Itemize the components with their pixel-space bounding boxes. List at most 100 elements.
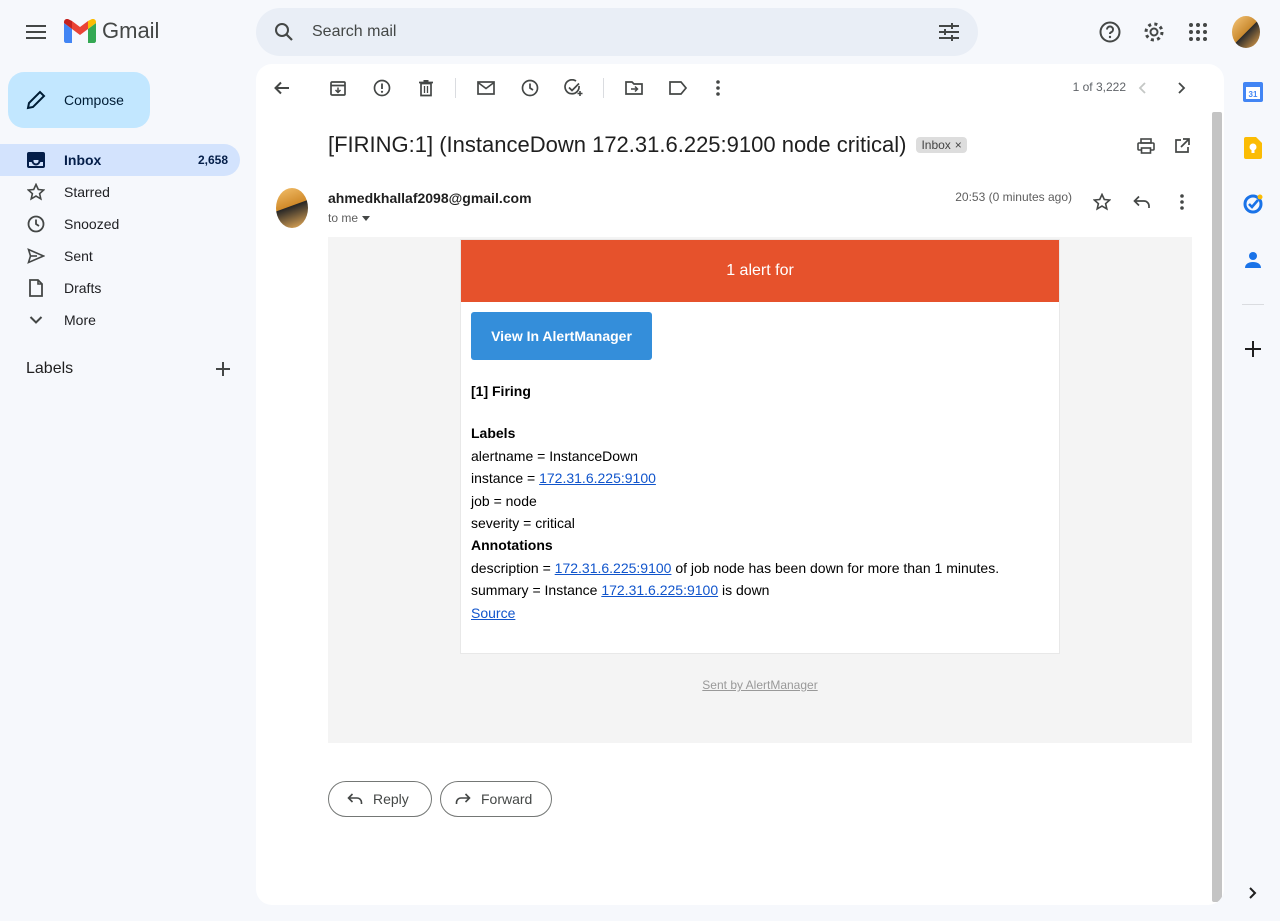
sender-email[interactable]: ahmedkhallaf2098@gmail.com xyxy=(328,190,532,206)
draft-icon xyxy=(26,279,46,297)
sent-by-alertmanager-link[interactable]: Sent by AlertManager xyxy=(328,678,1192,692)
more-vert-icon xyxy=(1180,194,1184,210)
sidebar-item-inbox[interactable]: Inbox 2,658 xyxy=(0,144,240,176)
sidebar-item-label: More xyxy=(64,312,96,328)
calendar-icon: 31 xyxy=(1243,82,1263,102)
archive-icon xyxy=(330,81,346,96)
spam-icon xyxy=(373,79,391,97)
search-bar[interactable]: Search mail xyxy=(256,8,978,56)
summary-text: is down xyxy=(718,582,770,599)
chevron-left-icon xyxy=(1138,82,1146,94)
reply-icon xyxy=(1133,195,1150,208)
reply-label: Reply xyxy=(373,791,409,807)
label-instance: instance = 172.31.6.225:9100 xyxy=(471,467,1051,489)
svg-text:31: 31 xyxy=(1249,90,1258,99)
clock-icon xyxy=(26,215,46,233)
sidebar-nav: Inbox 2,658 Starred Snoozed Sent Drafts … xyxy=(0,144,240,336)
star-button[interactable] xyxy=(1086,186,1118,218)
settings-button[interactable] xyxy=(1134,12,1174,52)
apps-grid-icon xyxy=(1189,23,1207,41)
account-avatar[interactable] xyxy=(1232,16,1260,48)
sidebar-item-more[interactable]: More xyxy=(0,304,240,336)
message-toolbar: 1 of 3,222 xyxy=(256,64,1224,112)
annotation-description: description = 172.31.6.225:9100 of job n… xyxy=(471,557,1051,579)
folder-move-icon xyxy=(625,81,643,95)
add-to-tasks-button[interactable] xyxy=(554,68,594,108)
inbox-label-chip[interactable]: Inbox × xyxy=(916,137,967,153)
search-input[interactable]: Search mail xyxy=(312,23,920,41)
sidebar-item-drafts[interactable]: Drafts xyxy=(0,272,240,304)
calendar-app-button[interactable]: 31 xyxy=(1240,79,1266,105)
labels-title: Labels xyxy=(26,360,74,377)
add-task-icon xyxy=(564,79,583,96)
print-all-button[interactable] xyxy=(1134,134,1158,158)
gmail-m-icon xyxy=(64,19,96,43)
message-view: 1 of 3,222 [FIRING:1] (InstanceDown 172.… xyxy=(256,64,1224,905)
create-label-button[interactable] xyxy=(216,362,230,376)
alert-details: [1] Firing Labels alertname = InstanceDo… xyxy=(471,380,1051,624)
snooze-button[interactable] xyxy=(510,68,550,108)
help-icon xyxy=(1099,21,1121,43)
forward-button[interactable]: Forward xyxy=(440,781,552,817)
chevron-right-icon xyxy=(1249,887,1257,899)
reply-icon-button[interactable] xyxy=(1126,186,1158,218)
main-menu-button[interactable] xyxy=(12,8,60,56)
view-in-alertmanager-button[interactable]: View In AlertManager xyxy=(471,312,652,360)
sidebar-item-label: Drafts xyxy=(64,280,102,296)
sidebar-item-label: Sent xyxy=(64,248,93,264)
show-side-panel-button[interactable] xyxy=(1240,880,1266,906)
report-spam-button[interactable] xyxy=(362,68,402,108)
search-options-icon[interactable] xyxy=(920,23,978,41)
newer-button[interactable] xyxy=(1122,68,1162,108)
toolbar-divider xyxy=(455,78,456,98)
toolbar-divider xyxy=(603,78,604,98)
keep-app-button[interactable] xyxy=(1240,135,1266,161)
sidebar-item-sent[interactable]: Sent xyxy=(0,240,240,272)
reply-button[interactable]: Reply xyxy=(328,781,432,817)
mark-unread-button[interactable] xyxy=(466,68,506,108)
contacts-app-button[interactable] xyxy=(1240,247,1266,273)
clock-icon xyxy=(521,79,539,97)
label-job: job = node xyxy=(471,492,537,509)
summary-instance-link[interactable]: 172.31.6.225:9100 xyxy=(601,582,718,598)
back-button[interactable] xyxy=(262,68,302,108)
support-button[interactable] xyxy=(1090,12,1130,52)
search-icon[interactable] xyxy=(256,22,312,42)
delete-button[interactable] xyxy=(406,68,446,108)
instance-link[interactable]: 172.31.6.225:9100 xyxy=(539,470,656,486)
gmail-logo[interactable]: Gmail xyxy=(64,18,159,44)
subject-text: [FIRING:1] (InstanceDown 172.31.6.225:91… xyxy=(328,132,907,157)
labels-section-header: Labels xyxy=(26,360,240,378)
message-more-button[interactable] xyxy=(1166,186,1198,218)
description-instance-link[interactable]: 172.31.6.225:9100 xyxy=(555,560,672,576)
apps-button[interactable] xyxy=(1178,12,1218,52)
move-to-button[interactable] xyxy=(614,68,654,108)
chip-remove-icon[interactable]: × xyxy=(955,138,962,152)
tasks-app-button[interactable] xyxy=(1240,191,1266,217)
sidebar-item-starred[interactable]: Starred xyxy=(0,176,240,208)
label-severity: severity = critical xyxy=(471,515,575,532)
recipient-details[interactable]: to me xyxy=(328,211,371,225)
mail-icon xyxy=(477,81,495,95)
get-addons-button[interactable] xyxy=(1240,336,1266,362)
tasks-icon xyxy=(1243,194,1263,214)
compose-button[interactable]: Compose xyxy=(8,72,150,128)
label-alertname: alertname = InstanceDown xyxy=(471,447,638,464)
inbox-icon xyxy=(26,152,46,168)
plus-icon xyxy=(1245,341,1261,357)
sender-avatar[interactable] xyxy=(276,188,308,228)
older-button[interactable] xyxy=(1162,68,1202,108)
caret-down-icon xyxy=(362,215,371,221)
labels-button[interactable] xyxy=(658,68,698,108)
label-instance-key: instance = xyxy=(471,470,540,487)
sidebar-item-snoozed[interactable]: Snoozed xyxy=(0,208,240,240)
star-icon xyxy=(1093,193,1111,211)
label-icon xyxy=(669,81,687,95)
hamburger-icon xyxy=(26,25,46,39)
source-link[interactable]: Source xyxy=(471,605,515,621)
labels-heading: Labels xyxy=(471,425,516,442)
more-actions-button[interactable] xyxy=(698,68,738,108)
archive-button[interactable] xyxy=(318,68,358,108)
open-new-window-button[interactable] xyxy=(1170,134,1194,158)
scrollbar[interactable] xyxy=(1212,112,1222,902)
